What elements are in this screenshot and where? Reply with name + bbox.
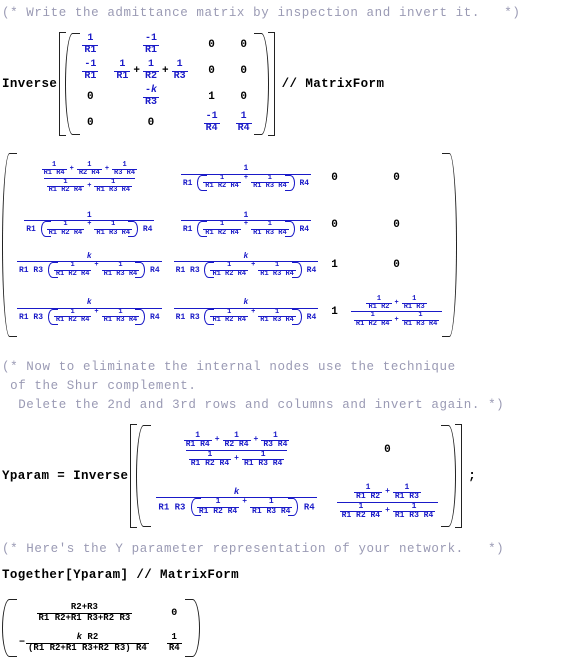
paren-open-icon	[2, 598, 17, 658]
cell-2-2: 1 R1 R2 +1 R1 R3 1 R1 R2 R4 +1 R1 R3 R4	[328, 476, 448, 528]
table-row: 1 R1 R4 +1 R2 R4 +1 R3 R4 1 R1 R2 R4 +1 R1 R3 R4…	[11, 152, 448, 204]
table-row: 0 0 -1 R4 1 R4	[74, 110, 259, 136]
cell-2-3: 0	[331, 218, 338, 231]
cell-1-2: 0	[384, 444, 391, 456]
y-matrix-table: R2+R3 R1 R2+R1 R3+R2 R3 0 − k R2 (R1 R2+…	[11, 598, 191, 658]
cell-3-2: -k R3	[142, 85, 159, 108]
schur-matrix: 1 R1 R4 +1 R2 R4 +1 R3 R4 1 R1 R2 R4 +1 R1 R3 R4…	[136, 424, 457, 528]
input-inverse-matrixform[interactable]: Inverse 1 R1 -1 R1 0 0 -1 R1 1 R1 + 1 R2…	[2, 32, 384, 136]
table-row: k R1 R3 1 R1 R2 R4 +1 R1 R3 R4 R4 1 R1 R2 +1 R…	[145, 476, 447, 528]
table-row: − k R2 (R1 R2+R1 R3+R2 R3) R4 1 R4	[11, 628, 191, 658]
table-row: 0 -k R3 1 0	[74, 84, 259, 110]
cell-3-3: 1	[331, 259, 338, 272]
cell-2-2: 1 R1 +1 R2 +1 R3	[114, 59, 188, 82]
cell-3-3: 1	[208, 91, 215, 103]
admittance-matrix-table: 1 R1 -1 R1 0 0 -1 R1 1 R1 +1 R2 +1 R3 0 …	[74, 32, 259, 136]
cell-3-2: k R1 R3 1 R1 R2 R4 +1 R1 R3 R4 R4	[173, 251, 319, 278]
inverted-matrix-table: 1 R1 R4 +1 R2 R4 +1 R3 R4 1 R1 R2 R4 +1 R1 R3 R4…	[11, 152, 448, 338]
table-row: 1 R1 R4 +1 R2 R4 +1 R3 R4 1 R1 R2 R4 +1 R1 R3 R4…	[145, 424, 447, 476]
function-bracket-group: 1 R1 R4 +1 R2 R4 +1 R3 R4 1 R1 R2 R4 +1 R1 R3 R4…	[129, 424, 463, 528]
cell-3-4: 0	[393, 259, 400, 272]
bracket-close-icon	[455, 424, 463, 528]
cell-4-3: -1 R4	[203, 111, 220, 134]
cell-4-1: k R1 R3 1 R1 R2 R4 +1 R1 R3 R4 R4	[17, 298, 162, 325]
cell-2-1: − k R2 (R1 R2+R1 R3+R2 R3) R4	[19, 632, 149, 653]
paren-open-icon	[136, 424, 152, 528]
cell-1-1: 1 R1 R4 +1 R2 R4 +1 R3 R4 1 R1 R2 R4 +1 R1 R3 R4	[41, 160, 138, 194]
bracket-open-icon	[58, 32, 67, 136]
bracket-close-icon	[267, 32, 276, 136]
function-bracket-group: 1 R1 -1 R1 0 0 -1 R1 1 R1 +1 R2 +1 R3 0 …	[58, 32, 275, 136]
output-inverted-matrix: 1 R1 R4 +1 R2 R4 +1 R3 R4 1 R1 R2 R4 +1 R1 R3 R4…	[2, 152, 458, 338]
yparam-assign-label: Yparam = Inverse	[2, 469, 129, 483]
cell-4-3: 1	[331, 305, 338, 318]
cell-4-2: k R1 R3 1 R1 R2 R4 +1 R1 R3 R4 R4	[173, 298, 319, 325]
table-row: k R1 R3 1 R1 R2 R4 +1 R1 R3 R4 R4 k R1 R3 1…	[11, 245, 448, 286]
cell-1-2: -1 R1	[142, 33, 159, 56]
inverse-label: Inverse	[2, 77, 58, 91]
comment-shur-line-3: Delete the 2nd and 3rd rows and columns …	[2, 398, 505, 412]
cell-2-3: 0	[208, 65, 215, 77]
cell-2-1: 1 R1 1 R1 R2 R4 +1 R1 R3 R4 R4	[24, 210, 155, 237]
admittance-matrix: 1 R1 -1 R1 0 0 -1 R1 1 R1 +1 R2 +1 R3 0 …	[65, 32, 269, 136]
cell-1-1: R2+R3 R1 R2+R1 R3+R2 R3	[36, 602, 133, 623]
cell-4-4: 1 R1 R2 +1 R1 R3 1 R1 R2 R4 +1 R1 R3 R4	[345, 286, 448, 338]
statement-terminator: ;	[468, 469, 477, 483]
cell-4-2: 0	[147, 117, 155, 129]
cell-2-4: 0	[393, 218, 400, 231]
cell-1-1: 1 R1 R4 +1 R2 R4 +1 R3 R4 1 R1 R2 R4 +1 R1 R3 R4	[183, 430, 290, 468]
paren-close-icon	[442, 152, 458, 338]
schur-matrix-table: 1 R1 R4 +1 R2 R4 +1 R3 R4 1 R1 R2 R4 +1 R1 R3 R4…	[145, 424, 447, 528]
table-row: 1 R1 -1 R1 0 0	[74, 32, 259, 58]
cell-1-3: 0	[208, 39, 215, 51]
input-together-yparam[interactable]: Together[Yparam] // MatrixForm	[2, 568, 239, 582]
output-y-matrix: R2+R3 R1 R2+R1 R3+R2 R3 0 − k R2 (R1 R2+…	[2, 598, 200, 658]
table-row: R2+R3 R1 R2+R1 R3+R2 R3 0	[11, 598, 191, 628]
comment-y-parameter-representation: (* Here's the Y parameter representation…	[2, 542, 505, 556]
paren-open-icon	[65, 32, 81, 136]
cell-1-3: 0	[331, 172, 338, 184]
matrixform-suffix: // MatrixForm	[281, 77, 385, 91]
input-yparam-inverse[interactable]: Yparam = Inverse 1 R1 R4 +1 R2 R4 +1 R3 R4	[2, 424, 476, 528]
comment-shur-line-2: of the Shur complement.	[2, 379, 197, 393]
table-row: 1 R1 1 R1 R2 R4 +1 R1 R3 R4 R4 1 R1 1 R1 R2 …	[11, 204, 448, 245]
cell-1-4: 0	[393, 172, 400, 184]
comment-shur-line-1: (* Now to eliminate the internal nodes u…	[2, 360, 456, 374]
cell-3-1: k R1 R3 1 R1 R2 R4 +1 R1 R3 R4 R4	[17, 251, 162, 278]
table-row: k R1 R3 1 R1 R2 R4 +1 R1 R3 R4 R4 k R1 R3 1…	[11, 286, 448, 338]
paren-open-icon	[2, 152, 17, 338]
table-row: -1 R1 1 R1 +1 R2 +1 R3 0 0	[74, 58, 259, 84]
comment-write-admittance: (* Write the admittance matrix by inspec…	[2, 6, 521, 20]
cell-1-2: 1 R1 1 R1 R2 R4 +1 R1 R3 R4 R4	[180, 164, 312, 191]
bracket-open-icon	[129, 424, 138, 528]
cell-2-2: 1 R1 1 R1 R2 R4 +1 R1 R3 R4 R4	[180, 210, 312, 237]
notebook-page: (* Write the admittance matrix by inspec…	[0, 0, 571, 661]
cell-2-1: k R1 R3 1 R1 R2 R4 +1 R1 R3 R4 R4	[156, 486, 317, 516]
paren-close-icon	[184, 598, 200, 658]
